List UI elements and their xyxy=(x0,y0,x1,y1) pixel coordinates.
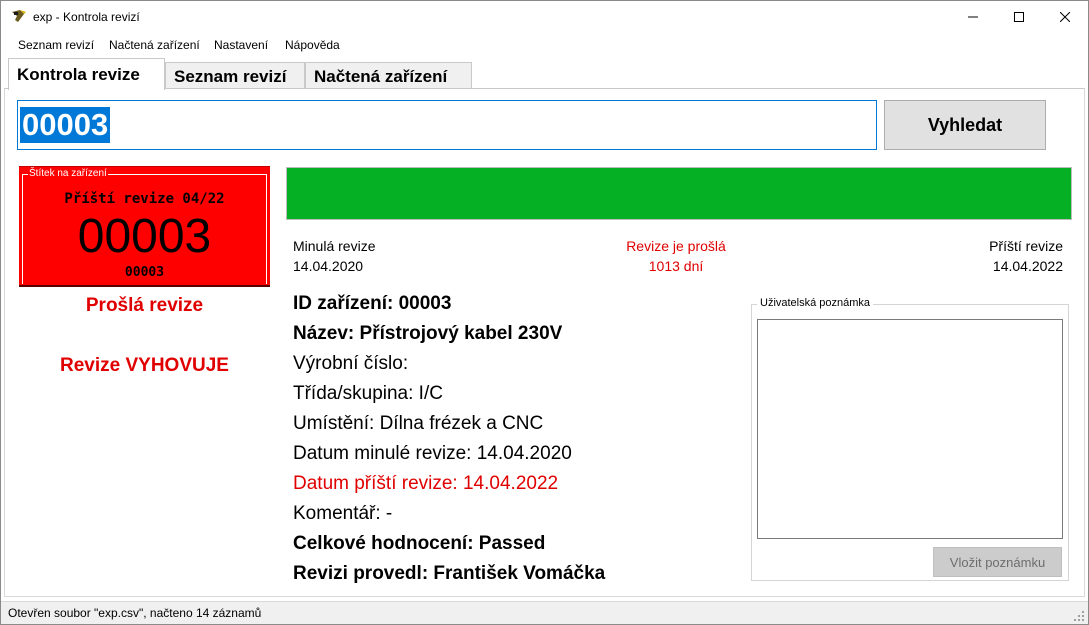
detail-device-name: Název: Přístrojový kabel 230V xyxy=(293,323,563,344)
next-revision: Příští revize 14.04.2022 xyxy=(901,236,1063,276)
detail-device-id: ID zařízení: 00003 xyxy=(293,293,452,314)
minimize-icon xyxy=(968,16,978,18)
detail-previous-date: Datum minulé revize: 14.04.2020 xyxy=(293,443,572,464)
window-title: exp - Kontrola revizí xyxy=(33,10,140,24)
previous-revision: Minulá revize 14.04.2020 xyxy=(293,236,375,276)
user-note-textarea[interactable] xyxy=(757,319,1063,539)
app-window: exp - Kontrola revizí Seznam revizí Načt… xyxy=(0,0,1089,625)
maximize-button[interactable] xyxy=(996,1,1042,33)
detail-comment: Komentář: - xyxy=(293,503,393,524)
tab-kontrola-revize[interactable]: Kontrola revize xyxy=(8,58,165,90)
revision-progress-fill xyxy=(287,168,1071,219)
detail-performed-by: Revizi provedl: František Vomáčka xyxy=(293,563,606,584)
resize-grip-icon[interactable] xyxy=(1073,610,1085,622)
detail-serial-number: Výrobní číslo: xyxy=(293,353,409,374)
revision-overdue-label: Revize je prošlá xyxy=(626,238,726,254)
label-device-id-small: 00003 xyxy=(124,265,165,280)
revision-expired-status: Prošlá revize xyxy=(85,295,204,316)
close-button[interactable] xyxy=(1042,1,1088,33)
tester-icon xyxy=(12,10,26,22)
detail-overall-result: Celkové hodnocení: Passed xyxy=(293,533,546,554)
next-revision-label: Příští revize xyxy=(989,238,1063,254)
label-next-revision: Příští revize 04/22 xyxy=(64,191,225,207)
tab-seznam-revizi[interactable]: Seznam revizí xyxy=(165,62,305,89)
detail-location: Umístění: Dílna frézek a CNC xyxy=(293,413,544,434)
menu-bar: Seznam revizí Načtená zařízení Nastavení… xyxy=(1,34,1088,56)
close-icon xyxy=(1060,12,1070,22)
revision-result-status: Revize VYHOVUJE xyxy=(60,355,229,376)
previous-revision-label: Minulá revize xyxy=(293,238,376,254)
previous-revision-date: 14.04.2020 xyxy=(293,258,364,274)
menu-napoveda[interactable]: Nápověda xyxy=(285,38,340,52)
tab-strip: Kontrola revize Seznam revizí Načtená za… xyxy=(1,58,1088,90)
device-label: Štítek na zařízení Příští revize 04/22 0… xyxy=(19,166,270,287)
insert-note-button[interactable]: Vložit poznámku xyxy=(933,547,1062,577)
revision-overdue: Revize je prošlá 1013 dní xyxy=(581,236,771,276)
maximize-icon xyxy=(1014,12,1024,22)
revision-progress-bar xyxy=(286,167,1072,220)
menu-seznam-revizi[interactable]: Seznam revizí xyxy=(18,38,94,52)
user-note-group: Uživatelská poznámka Vložit poznámku xyxy=(751,297,1069,581)
next-revision-date: 14.04.2022 xyxy=(992,258,1063,274)
tab-nactena-zarizeni[interactable]: Načtená zařízení xyxy=(305,62,472,89)
detail-next-date: Datum příští revize: 14.04.2022 xyxy=(293,473,559,494)
search-input-value: 00003 xyxy=(20,107,111,143)
menu-nactena-zarizeni[interactable]: Načtená zařízení xyxy=(109,38,200,52)
label-device-id: 00003 xyxy=(77,210,212,263)
user-note-legend: Uživatelská poznámka xyxy=(757,297,874,309)
search-input[interactable]: 00003 xyxy=(17,100,877,150)
title-bar: exp - Kontrola revizí xyxy=(1,1,1088,33)
device-details: ID zařízení: 00003 Název: Přístrojový ka… xyxy=(293,291,743,591)
search-button[interactable]: Vyhledat xyxy=(884,100,1046,150)
minimize-button[interactable] xyxy=(950,1,996,33)
device-label-legend: Štítek na zařízení xyxy=(28,168,108,179)
menu-nastaveni[interactable]: Nastavení xyxy=(214,38,268,52)
status-bar-text: Otevřen soubor "exp.csv", načteno 14 záz… xyxy=(8,606,262,620)
status-bar: Otevřen soubor "exp.csv", načteno 14 záz… xyxy=(1,601,1088,624)
detail-class-group: Třída/skupina: I/C xyxy=(293,383,443,404)
revision-overdue-days: 1013 dní xyxy=(648,258,704,274)
